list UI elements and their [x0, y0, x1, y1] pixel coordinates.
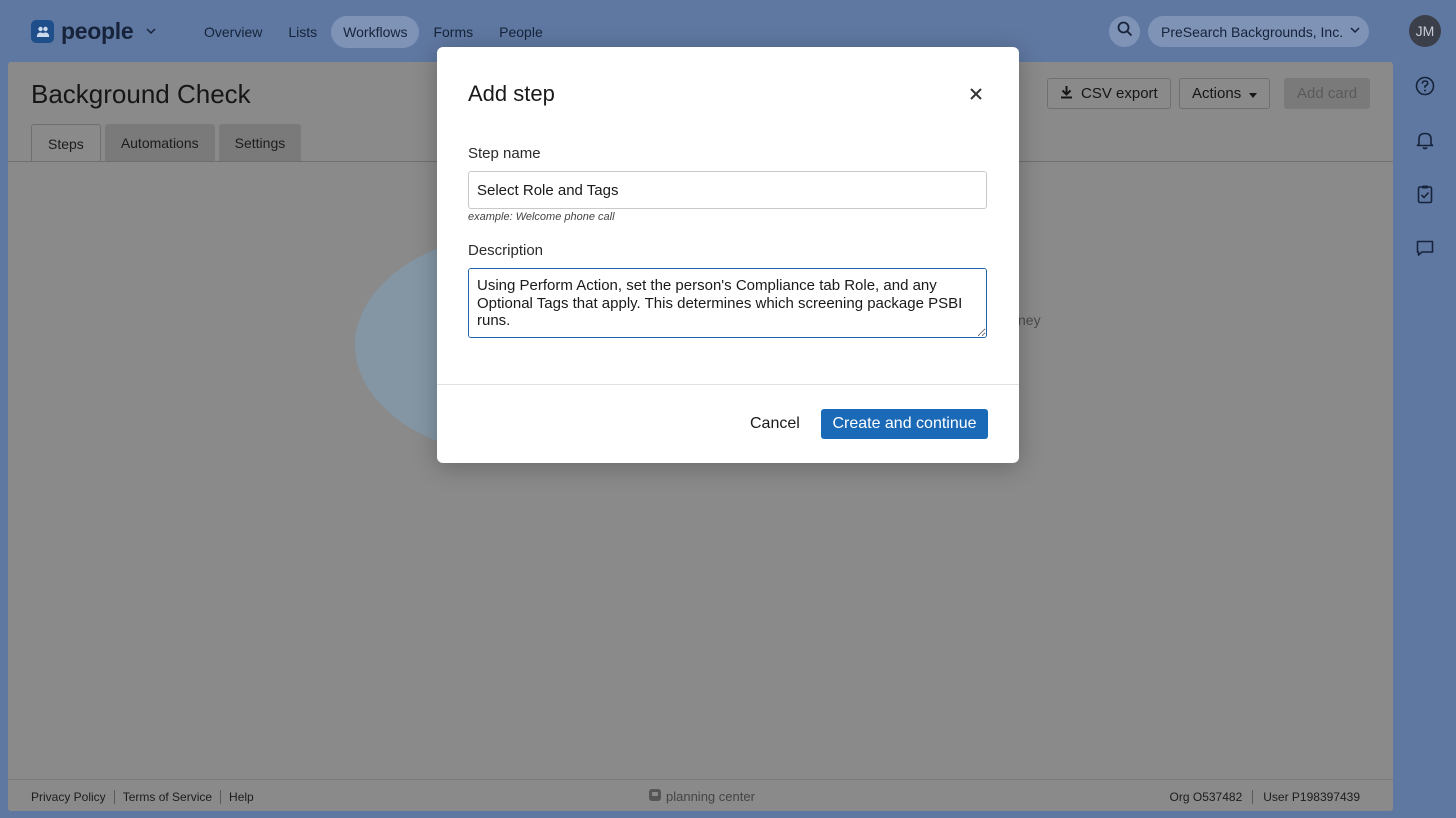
terms-of-service-link[interactable]: Terms of Service: [113, 790, 220, 804]
actions-label: Actions: [1192, 85, 1242, 102]
nav-workflows[interactable]: Workflows: [331, 16, 420, 48]
csv-export-label: CSV export: [1081, 85, 1158, 102]
search-button[interactable]: [1109, 16, 1140, 47]
close-icon: [970, 87, 982, 105]
main-nav: Overview Lists Workflows Forms People: [192, 16, 557, 48]
help-link[interactable]: Help: [220, 790, 262, 804]
privacy-policy-link[interactable]: Privacy Policy: [31, 790, 114, 804]
download-icon: [1060, 85, 1073, 103]
people-logo-icon: [31, 20, 54, 43]
planning-center-icon: [648, 788, 662, 805]
search-icon: [1117, 21, 1133, 42]
footer-ids: Org O537482 User P198397439: [1160, 790, 1370, 804]
app-switcher[interactable]: people: [31, 18, 156, 45]
create-and-continue-button[interactable]: Create and continue: [821, 409, 988, 439]
empty-state-text: ney: [1018, 312, 1041, 328]
page-title: Background Check: [31, 79, 251, 109]
page-footer: Privacy Policy Terms of Service Help pla…: [8, 779, 1393, 811]
actions-dropdown[interactable]: Actions: [1179, 78, 1271, 109]
org-switcher-button[interactable]: PreSearch Backgrounds, Inc.: [1148, 16, 1369, 47]
dialog-title: Add step: [468, 81, 555, 106]
description-textarea[interactable]: Using Perform Action, set the person's C…: [468, 268, 987, 338]
step-name-label: Step name: [468, 145, 541, 162]
planning-center-name: planning center: [666, 789, 755, 804]
dialog-footer-divider: [437, 384, 1019, 385]
nav-overview[interactable]: Overview: [192, 16, 274, 48]
workflow-tabs: Steps Automations Settings: [31, 124, 302, 162]
help-icon[interactable]: [1414, 75, 1436, 97]
step-name-input[interactable]: [468, 171, 987, 209]
nav-lists[interactable]: Lists: [276, 16, 329, 48]
right-rail: [1393, 62, 1456, 818]
description-label: Description: [468, 242, 544, 259]
user-id: User P198397439: [1252, 790, 1370, 804]
app-name: people: [61, 18, 134, 44]
org-id: Org O537482: [1169, 790, 1243, 804]
close-button[interactable]: [965, 85, 987, 107]
cancel-button[interactable]: Cancel: [739, 409, 811, 439]
add-card-button[interactable]: Add card: [1284, 78, 1371, 109]
planning-center-logo: planning center: [648, 788, 755, 805]
clipboard-check-icon[interactable]: [1414, 183, 1436, 205]
chevron-down-icon: [146, 26, 156, 38]
tab-steps[interactable]: Steps: [31, 124, 101, 162]
tab-settings[interactable]: Settings: [218, 124, 302, 162]
csv-export-button[interactable]: CSV export: [1047, 78, 1171, 109]
user-avatar[interactable]: JM: [1409, 15, 1441, 47]
add-step-dialog: Add step Step name example: Welcome phon…: [437, 47, 1019, 463]
bell-icon[interactable]: [1414, 129, 1436, 151]
tab-automations[interactable]: Automations: [104, 124, 215, 162]
footer-links: Privacy Policy Terms of Service Help: [31, 790, 262, 804]
org-name: PreSearch Backgrounds, Inc.: [1161, 23, 1344, 40]
nav-people[interactable]: People: [487, 16, 555, 48]
chat-icon[interactable]: [1414, 237, 1436, 259]
caret-down-icon: [1249, 85, 1258, 102]
step-name-hint: example: Welcome phone call: [468, 211, 615, 223]
nav-forms[interactable]: Forms: [421, 16, 485, 48]
chevron-down-icon: [1350, 26, 1360, 37]
